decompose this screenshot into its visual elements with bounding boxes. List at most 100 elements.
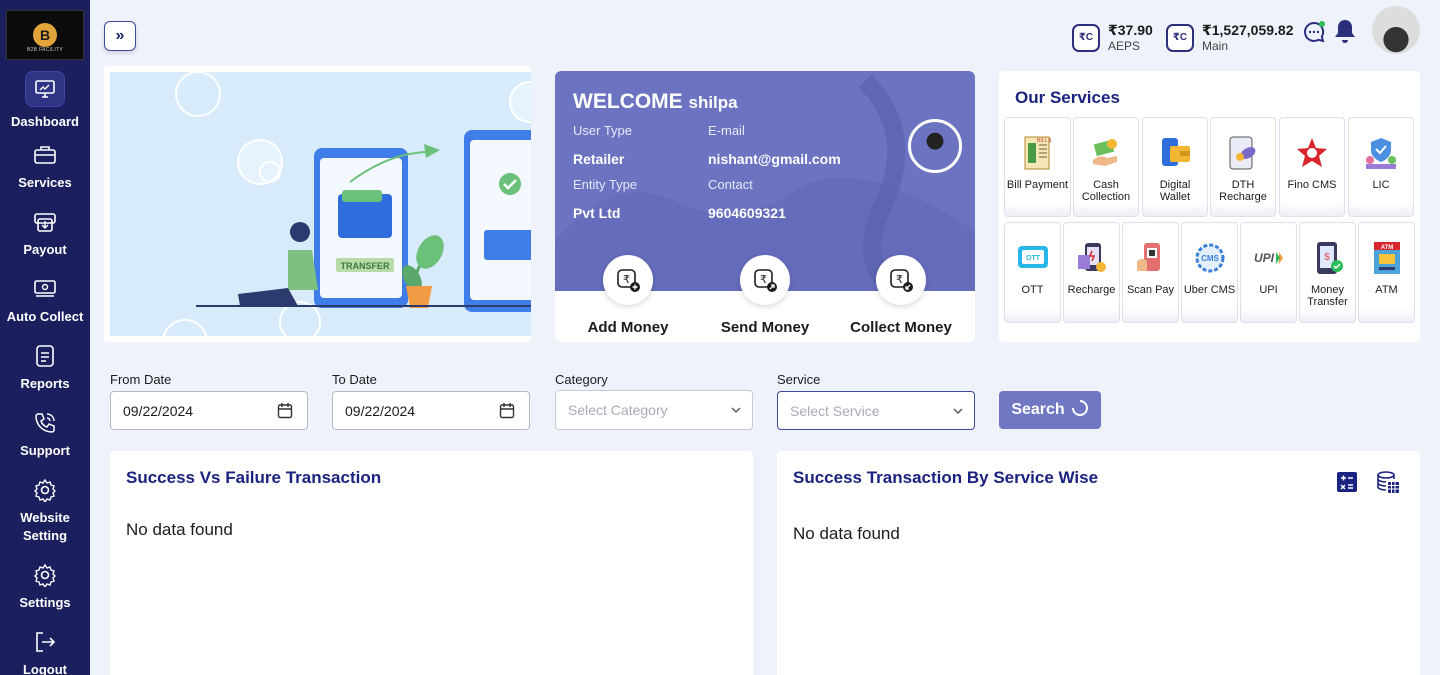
hero-illustration: TRANSFER [104,66,531,342]
sidebar-item-label: Reports [20,376,70,391]
brand-logo[interactable]: B B2B FACILITY [6,10,84,60]
service-scan-pay[interactable]: Scan Pay [1122,222,1179,323]
sidebar-item-label: Payout [23,242,67,257]
search-button[interactable]: Search [999,391,1101,429]
calendar-icon[interactable] [499,402,515,422]
user-avatar[interactable] [1372,6,1420,54]
payout-icon [32,209,58,235]
service-label: Service [777,372,821,387]
empty-state: No data found [126,520,233,539]
upi-icon: UPI [1250,239,1288,277]
hero-background: TRANSFER [110,72,531,336]
svg-text:$: $ [1324,252,1330,263]
sidebar-item-auto-collect[interactable]: Auto Collect [0,276,90,326]
collect-money-button[interactable]: ₹ Collect Money [841,255,961,336]
wallet-icon [1156,134,1194,172]
services-title: Our Services [1015,88,1120,107]
wallet-label: Main [1202,39,1229,53]
svg-text:₹: ₹ [760,273,767,286]
sidebar-item-label: Services [18,175,72,190]
services-card: Our Services BILL $ Bill Payment Cash Co… [999,71,1420,342]
from-date-value: 09/22/2024 [123,402,194,419]
sidebar-item-website-setting[interactable]: Website Setting [0,477,90,545]
from-date-input[interactable]: 09/22/2024 [110,391,308,430]
wallet-label: AEPS [1108,39,1141,53]
add-money-button[interactable]: ₹ Add Money [568,255,688,336]
wallet-amount: ₹37.90 [1108,22,1153,38]
collect-money-label: Collect Money [850,319,952,336]
to-date-input[interactable]: 09/22/2024 [332,391,530,430]
lic-icon [1362,134,1400,172]
service-bill-payment[interactable]: BILL $ Bill Payment [1004,117,1071,217]
service-label: Uber CMS [1183,284,1236,296]
service-fino-cms[interactable]: Fino CMS [1279,117,1345,217]
svg-text:₹: ₹ [896,273,903,286]
service-label: ATM [1375,284,1398,296]
service-recharge[interactable]: Recharge [1063,222,1120,323]
chat-icon[interactable] [1302,20,1326,49]
bell-icon[interactable] [1333,18,1357,51]
gear-icon [32,477,58,503]
wallet-icon: ₹C [1166,23,1194,52]
email-label: E-mail [708,123,745,138]
service-dth-recharge[interactable]: DTH Recharge [1210,117,1276,217]
database-icon[interactable] [1375,469,1401,495]
success-vs-failure-panel: Success Vs Failure Transaction No data f… [110,451,753,675]
dth-icon [1224,134,1262,172]
sidebar-item-settings[interactable]: Settings [0,562,90,612]
entity-type-label: Entity Type [573,177,638,192]
service-uber-cms[interactable]: CMS Uber CMS [1181,222,1238,323]
calendar-icon[interactable] [277,402,293,422]
service-ott[interactable]: OTT OTT [1004,222,1061,323]
phone-icon [32,410,58,436]
service-lic[interactable]: LIC [1348,117,1414,217]
service-upi[interactable]: UPI UPI [1240,222,1297,323]
sidebar-item-support[interactable]: Support [0,410,90,460]
service-label: Digital Wallet [1159,179,1191,203]
ott-icon: OTT [1014,239,1052,277]
send-money-button[interactable]: ₹ Send Money [705,255,825,336]
document-icon [32,343,58,369]
cms-icon: CMS [1191,239,1229,277]
service-label: Bill Payment [1006,179,1069,191]
service-select[interactable]: Select Service [777,391,975,430]
service-money-transfer[interactable]: $ Money Transfer [1299,222,1356,323]
svg-text:₹: ₹ [623,273,630,286]
sidebar-item-dashboard[interactable]: Dashboard [0,71,90,131]
panel-title: Success Transaction By Service Wise [793,468,1099,487]
expand-sidebar-button[interactable]: » [104,21,136,51]
calculator-icon[interactable] [1334,469,1360,495]
sidebar-item-payout[interactable]: Payout [0,209,90,259]
service-cash-collection[interactable]: Cash Collection [1073,117,1139,217]
monitor-icon [25,71,65,107]
contact-label: Contact [708,177,753,192]
sidebar-item-services[interactable]: Services [0,142,90,192]
category-select[interactable]: Select Category [555,390,753,430]
cash-stack-icon [32,276,58,302]
welcome-title: WELCOME shilpa [573,90,738,114]
fino-icon [1293,134,1331,172]
sidebar-item-label: Logout [22,662,68,675]
service-label: LIC [1372,179,1390,191]
service-placeholder: Select Service [790,402,880,419]
service-atm[interactable]: ATM ATM [1358,222,1415,323]
service-label: Money Transfer [1307,284,1348,308]
add-money-icon: ₹ [603,255,653,305]
sidebar-item-reports[interactable]: Reports [0,343,90,393]
welcome-word: WELCOME [573,90,683,113]
sidebar-item-logout[interactable]: Logout [0,629,90,675]
welcome-card: WELCOME shilpa User Type E-mail Retailer… [555,71,975,342]
chevron-down-icon [730,403,742,419]
briefcase-icon [32,142,58,168]
gear-icon [32,562,58,588]
chevron-down-icon [952,404,964,420]
service-label: Cash Collection [1081,179,1131,203]
logout-icon [32,629,58,655]
collect-money-icon: ₹ [876,255,926,305]
service-label: DTH Recharge [1219,179,1267,203]
service-digital-wallet[interactable]: Digital Wallet [1142,117,1208,217]
email-value: nishant@gmail.com [708,151,841,167]
service-label: Scan Pay [1126,284,1175,296]
sidebar: B B2B FACILITY Dashboard Services Payout… [0,0,90,675]
svg-text:BILL $: BILL $ [1037,138,1051,144]
